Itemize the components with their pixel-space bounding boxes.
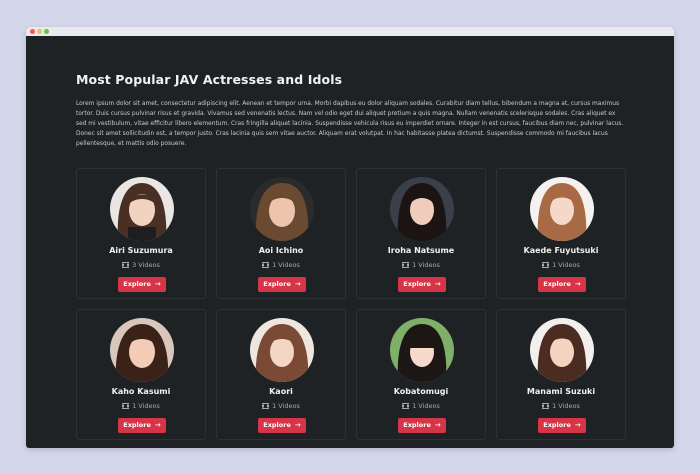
- actress-card: Aoi Ichino 1 Videos Explore →: [216, 168, 346, 299]
- arrow-right-icon: →: [434, 421, 441, 429]
- film-icon: [262, 262, 270, 268]
- actress-name: Iroha Natsume: [387, 246, 455, 255]
- actress-name: Manami Suzuki: [526, 387, 596, 396]
- explore-button[interactable]: Explore →: [258, 418, 306, 433]
- avatar[interactable]: [390, 177, 454, 241]
- arrow-right-icon: →: [294, 421, 301, 429]
- arrow-right-icon: →: [154, 280, 161, 288]
- film-icon: [542, 403, 550, 409]
- video-count: 1 Videos: [497, 261, 625, 269]
- arrow-right-icon: →: [294, 280, 301, 288]
- film-icon: [402, 403, 410, 409]
- film-icon: [542, 262, 550, 268]
- actress-grid: Airi Suzumura 3 Videos Explore → Aoi Ichi…: [76, 168, 626, 440]
- main-content: Most Popular JAV Actresses and Idols Lor…: [26, 72, 674, 149]
- minimize-dot-icon[interactable]: [37, 29, 42, 34]
- video-count: 1 Videos: [357, 261, 485, 269]
- film-icon: [262, 403, 270, 409]
- maximize-dot-icon[interactable]: [44, 29, 49, 34]
- explore-button[interactable]: Explore →: [538, 418, 586, 433]
- actress-card: Manami Suzuki 1 Videos Explore →: [496, 309, 626, 440]
- actress-name: Kaede Fuyutsuki: [523, 246, 599, 255]
- actress-card: Kaori 1 Videos Explore →: [216, 309, 346, 440]
- actress-name: Airi Suzumura: [109, 246, 173, 255]
- video-count: 1 Videos: [77, 402, 205, 410]
- avatar[interactable]: [110, 177, 174, 241]
- avatar[interactable]: [250, 318, 314, 382]
- avatar[interactable]: [250, 177, 314, 241]
- video-count: 1 Videos: [217, 261, 345, 269]
- actress-card: Kobatomugi 1 Videos Explore →: [356, 309, 486, 440]
- film-icon: [402, 262, 410, 268]
- video-count: 1 Videos: [497, 402, 625, 410]
- actress-card: Kaho Kasumi 1 Videos Explore →: [76, 309, 206, 440]
- explore-button[interactable]: Explore →: [398, 418, 446, 433]
- arrow-right-icon: →: [574, 421, 581, 429]
- arrow-right-icon: →: [574, 280, 581, 288]
- avatar[interactable]: [530, 177, 594, 241]
- avatar[interactable]: [530, 318, 594, 382]
- actress-card: Kaede Fuyutsuki 1 Videos Explore →: [496, 168, 626, 299]
- intro-text: Lorem ipsum dolor sit amet, consectetur …: [76, 101, 624, 147]
- video-count: 3 Videos: [77, 261, 205, 269]
- arrow-right-icon: →: [434, 280, 441, 288]
- browser-window: Most Popular JAV Actresses and Idols Lor…: [26, 27, 674, 448]
- actress-name: Kobatomugi: [393, 387, 449, 396]
- actress-name: Aoi Ichino: [258, 246, 304, 255]
- explore-button[interactable]: Explore →: [258, 277, 306, 292]
- actress-card: Airi Suzumura 3 Videos Explore →: [76, 168, 206, 299]
- close-dot-icon[interactable]: [30, 29, 35, 34]
- explore-button[interactable]: Explore →: [398, 277, 446, 292]
- avatar[interactable]: [390, 318, 454, 382]
- actress-card: Iroha Natsume 1 Videos Explore →: [356, 168, 486, 299]
- avatar[interactable]: [110, 318, 174, 382]
- film-icon: [122, 403, 130, 409]
- explore-button[interactable]: Explore →: [118, 277, 166, 292]
- film-icon: [122, 262, 130, 268]
- page-title: Most Popular JAV Actresses and Idols: [76, 72, 343, 87]
- title-bar: [26, 27, 674, 36]
- explore-button[interactable]: Explore →: [118, 418, 166, 433]
- explore-button[interactable]: Explore →: [538, 277, 586, 292]
- arrow-right-icon: →: [154, 421, 161, 429]
- video-count: 1 Videos: [357, 402, 485, 410]
- actress-name: Kaho Kasumi: [111, 387, 171, 396]
- video-count: 1 Videos: [217, 402, 345, 410]
- actress-name: Kaori: [269, 387, 293, 396]
